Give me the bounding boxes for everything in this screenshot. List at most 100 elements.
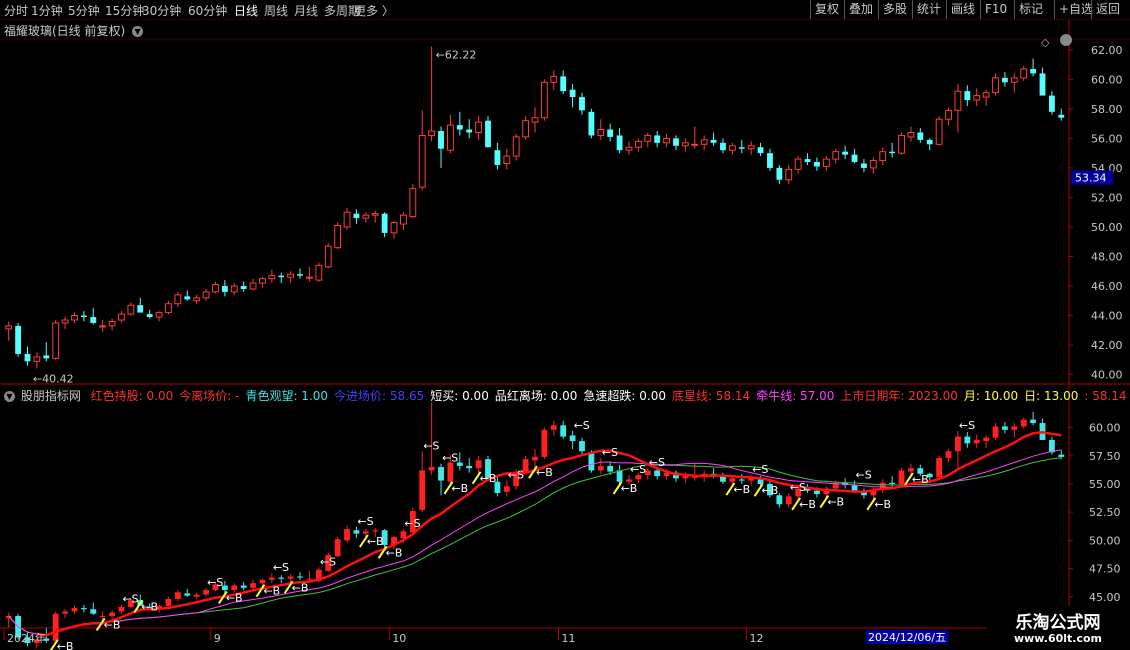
- toolbar-button-5[interactable]: F10: [980, 0, 1011, 19]
- candle-down: [673, 138, 679, 146]
- sell-signal: ←S: [320, 555, 336, 568]
- candle-down: [917, 132, 924, 140]
- toolbar-tab-8[interactable]: 月线: [294, 2, 318, 19]
- candle-up: [118, 313, 125, 321]
- candle-up: [174, 294, 182, 305]
- indicator-field-3: 今进场价: 58.65: [334, 389, 425, 403]
- sell-signal: ←S: [649, 456, 665, 469]
- sell-signal: ←S: [602, 446, 618, 459]
- ind-candle: [964, 436, 971, 444]
- candle-down: [438, 131, 444, 149]
- chart-area[interactable]: 62.0060.0058.0056.0054.0052.0050.0048.00…: [0, 20, 1130, 650]
- ind-candle: [287, 576, 294, 579]
- current-price-label: 53.34: [1075, 172, 1107, 185]
- buy-signal: ←B: [733, 483, 750, 496]
- candle-down: [137, 305, 144, 313]
- ind-tick-label: 57.50: [1089, 450, 1121, 463]
- ind-candle: [297, 576, 303, 578]
- candle-up: [522, 120, 530, 138]
- ind-candle: [428, 467, 435, 471]
- candle-down: [1001, 77, 1008, 83]
- toolbar-tab-6[interactable]: 日线: [234, 2, 258, 19]
- candle-up: [362, 214, 370, 219]
- toolbar-button-3[interactable]: 统计: [912, 0, 945, 19]
- indicator-name: 股朋指标网: [20, 389, 81, 403]
- ind-candle: [1011, 426, 1018, 430]
- buy-signal: ←B: [104, 618, 121, 631]
- ind-candle: [174, 592, 181, 600]
- ind-candle: [908, 468, 914, 472]
- sell-signal: ←S: [357, 515, 373, 528]
- date-label: 11: [561, 632, 575, 645]
- toolbar-button-2[interactable]: 多股: [878, 0, 911, 19]
- toolbar-tab-5[interactable]: 60分钟: [188, 2, 227, 19]
- sell-signal: ←S: [574, 419, 590, 432]
- ind-candle: [814, 490, 820, 495]
- candle-down: [851, 154, 858, 163]
- candle-down: [588, 111, 595, 136]
- candle-down: [616, 135, 623, 151]
- ind-candle: [1001, 426, 1008, 430]
- candle-up: [33, 356, 41, 362]
- candle-up: [503, 155, 511, 164]
- candle-up: [71, 315, 78, 321]
- candle-up: [324, 245, 332, 268]
- ind-candle: [992, 426, 999, 438]
- ind-candle: [503, 486, 510, 492]
- toolbar-button-0[interactable]: 复权: [810, 0, 843, 19]
- watermark-url: www.60lt.com: [1013, 632, 1103, 645]
- stock-title: 福耀玻璃(日线 前复权): [4, 24, 126, 38]
- ind-candle: [691, 477, 698, 479]
- toolbar-button-8[interactable]: 返回: [1091, 0, 1124, 19]
- candle-down: [767, 153, 773, 168]
- candle-up: [249, 282, 257, 290]
- top-toolbar: 分时 1分钟 5分钟 15分钟 30分钟 60分钟 日线 周线 月线 多周期 更多 〉复权 叠加 多股统…: [0, 0, 1130, 20]
- ind-candle: [955, 436, 961, 452]
- buy-signal: ←B: [57, 640, 74, 650]
- buy-signal: ←B: [827, 496, 844, 509]
- candle-up: [1010, 77, 1018, 83]
- ind-candle: [983, 437, 990, 442]
- candle-up: [681, 142, 689, 147]
- toolbar-tab-2[interactable]: 5分钟: [68, 2, 100, 19]
- toolbar-tab-1[interactable]: 1分钟: [31, 2, 63, 19]
- chevron-down-icon[interactable]: ▼: [4, 391, 15, 402]
- candle-up: [822, 158, 830, 167]
- ind-candle: [90, 609, 97, 614]
- candle-up: [447, 124, 454, 151]
- date-label: 9: [214, 632, 221, 645]
- candle-down: [297, 274, 303, 276]
- ind-candle: [165, 599, 172, 606]
- ind-candle: [52, 613, 59, 641]
- chevron-down-icon[interactable]: ▼: [132, 26, 144, 37]
- candle-down: [804, 159, 811, 163]
- ind-candle: [569, 435, 576, 442]
- candle-up: [390, 222, 398, 234]
- ind-tick-label: 52.50: [1089, 506, 1121, 519]
- low-price-label: ←40.42: [33, 372, 74, 385]
- candle-up: [700, 139, 708, 145]
- toolbar-button-6[interactable]: 标记: [1014, 0, 1047, 19]
- toolbar-tab-3[interactable]: 15分钟: [105, 2, 144, 19]
- ind-candle: [475, 460, 482, 469]
- toolbar-tab-10[interactable]: 更多 〉: [354, 2, 394, 19]
- sell-signal: ←S: [273, 561, 289, 574]
- toolbar-tab-0[interactable]: 分时: [4, 2, 28, 19]
- candle-up: [306, 276, 313, 279]
- toolbar-button-1[interactable]: 叠加: [844, 0, 877, 19]
- ind-candle: [616, 470, 623, 482]
- toolbar-tab-4[interactable]: 30分钟: [142, 2, 181, 19]
- toolbar-button-4[interactable]: 画线: [946, 0, 979, 19]
- ind-candle: [240, 585, 247, 588]
- toolbar-tab-7[interactable]: 周线: [264, 2, 288, 19]
- indicator-field-0: 红色持股: 0.00: [90, 389, 174, 403]
- candle-down: [889, 151, 896, 154]
- buy-signal: ←B: [536, 466, 553, 479]
- ind-candle: [99, 615, 106, 617]
- ind-candle: [682, 476, 689, 479]
- candle-up: [728, 145, 736, 151]
- ind-candle: [973, 439, 980, 444]
- candle-up: [202, 291, 210, 299]
- candle-down: [654, 135, 661, 143]
- ind-candle: [579, 441, 585, 452]
